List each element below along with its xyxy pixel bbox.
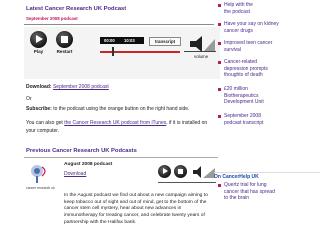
news-item-line: Improved teen cancer [224, 40, 273, 46]
stop-icon [178, 169, 183, 174]
restart-button[interactable]: Restart [52, 29, 77, 59]
news-item-line: Help with the [224, 2, 253, 8]
news-item-line: cancer that has spread [224, 188, 275, 195]
restart-label: Restart [56, 49, 73, 54]
episode-title: August 2008 podcast [64, 162, 113, 167]
episode-download-link[interactable]: Download [64, 171, 86, 177]
play-button[interactable]: Play [26, 29, 51, 59]
sidebar-divider [214, 172, 320, 173]
progress-handle[interactable] [112, 47, 114, 56]
download-label: Download: [26, 84, 52, 90]
news-item[interactable]: September 2008 podcast transcript [218, 113, 263, 126]
mini-restart-button[interactable] [174, 165, 187, 178]
podcast-main-panel: Latest Cancer Research UK Podcast Septem… [0, 0, 220, 240]
podcast-thumbnail-icon [31, 165, 46, 183]
or-text: Or [26, 96, 32, 102]
cancerhelp-item[interactable]: Quertz trial for lung cancer that has sp… [218, 182, 275, 202]
bullet-icon [218, 23, 221, 26]
previous-podcasts-heading: Previous Cancer Research UK Podcasts [26, 148, 137, 154]
play-icon [163, 168, 168, 174]
description-line: partnership with the Halifax bank. [64, 219, 137, 225]
subscribe-text: to the podcast using the orange button o… [53, 106, 190, 112]
bullet-icon [218, 4, 221, 7]
news-item-line: Have your say on kidney [224, 21, 279, 27]
news-item-line: Quertz trial for lung [224, 182, 267, 188]
section-divider [24, 157, 218, 158]
itunes-link[interactable]: the Cancer Research UK podcast from iTun… [64, 120, 166, 126]
latest-podcast-heading: Latest Cancer Research UK Podcast [26, 6, 127, 12]
itunes-line: You can also get the Cancer Research UK … [26, 120, 207, 126]
cancerhelp-heading: On CancerHelp UK [214, 174, 259, 180]
bullet-icon [218, 42, 221, 45]
news-item-line: depression prompts [224, 65, 268, 72]
stop-icon [56, 31, 73, 48]
news-item[interactable]: Improved teen cancer survival [218, 40, 272, 53]
news-item-line: Biotherapeutics [224, 92, 259, 99]
volume-slider[interactable] [184, 51, 216, 52]
mini-play-button[interactable] [158, 165, 171, 178]
volume-icon [193, 166, 215, 178]
news-item[interactable]: Have your say on kidney cancer drugs [218, 21, 279, 34]
news-item-line: September 2008 [224, 113, 261, 119]
bullet-icon [218, 61, 221, 64]
download-line: Download: September 2008 podcast [26, 84, 109, 90]
news-item-line: Development Unit [224, 99, 264, 106]
bullet-icon [218, 184, 221, 187]
bullet-icon [218, 88, 221, 91]
news-item[interactable]: £20 million Biotherapeutics Development … [218, 86, 264, 106]
play-icon [30, 31, 47, 48]
audio-player: Play Restart 00:00 10:03 transcript volu… [24, 27, 220, 79]
itunes-line-2: your computer. [26, 128, 60, 134]
subscribe-label: Subscribe: [26, 106, 52, 112]
news-item[interactable]: Help with the the podcast [218, 2, 253, 15]
news-item-line: thoughts of death [224, 72, 263, 79]
news-item-line: podcast transcript [224, 119, 264, 126]
itunes-pre-text: You can also get [26, 120, 63, 126]
news-item-line: the podcast [224, 8, 250, 15]
download-september-link[interactable]: September 2008 podcast [53, 84, 109, 90]
news-item-line: Cancer-related [224, 59, 258, 65]
news-item-line: to the brain [224, 195, 250, 202]
news-item-line: £20 million [224, 86, 248, 92]
bullet-icon [218, 115, 221, 118]
volume-label: volume [194, 54, 209, 59]
news-item-line: cancer drugs [224, 27, 253, 34]
mini-player [158, 163, 218, 189]
thumbnail-caption: cancer research uk [26, 186, 55, 190]
subscribe-line: Subscribe: to the podcast using the oran… [26, 106, 189, 112]
time-display: 00:00 10:03 [100, 37, 144, 44]
mini-volume-slider[interactable] [158, 182, 216, 183]
latest-podcast-date: September 2008 podcast [26, 16, 78, 21]
episode-description: In the August podcast we find out about … [64, 193, 222, 227]
play-label: Play [33, 49, 44, 54]
news-sidebar: Help with the the podcast Have your say … [214, 0, 320, 240]
transcript-button[interactable]: transcript [149, 37, 181, 46]
itunes-post-text: , if it is installed on [166, 120, 208, 126]
elapsed-time: 00:00 [104, 38, 115, 43]
news-item-line: survival [224, 46, 241, 53]
total-time: 10:03 [124, 38, 135, 43]
description-line: immunotherapy for treating cancer, and c… [64, 213, 205, 219]
description-line: In the August podcast we find out about … [64, 193, 208, 198]
section-divider [24, 24, 214, 25]
news-item[interactable]: Cancer-related depression prompts though… [218, 59, 268, 79]
